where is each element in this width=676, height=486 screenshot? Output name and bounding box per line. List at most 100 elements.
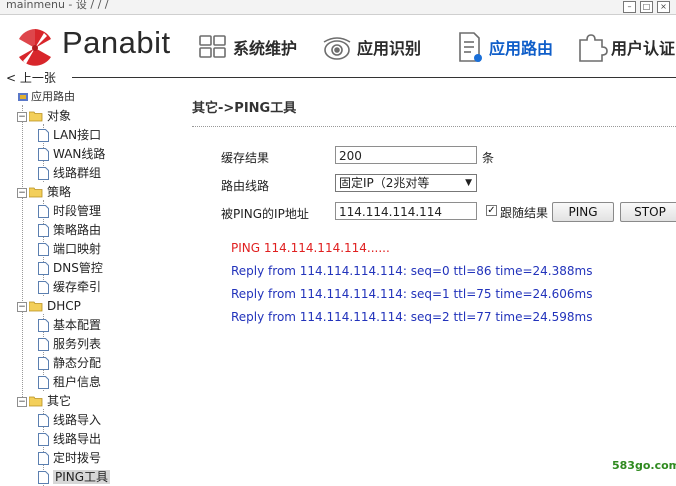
- watermark: 583go.com: [612, 459, 676, 472]
- window-title: mainmenu - 设 / / /: [6, 0, 109, 11]
- tree-group-policy[interactable]: − 策略: [17, 183, 71, 201]
- tree-item-label: PING工具: [53, 470, 111, 484]
- window-title-bar: mainmenu - 设 / / / – □ ×: [0, 0, 676, 15]
- document-icon: [38, 129, 49, 142]
- tree-item-service-list[interactable]: 服务列表: [38, 335, 101, 353]
- nav-sysmaint-label: 系统维护: [233, 39, 298, 58]
- tree-item-label: 定时拨号: [53, 451, 102, 465]
- tree-item-ping-tool[interactable]: PING工具: [38, 468, 111, 486]
- puzzle-auth-icon: [579, 34, 608, 62]
- tree-root[interactable]: 应用路由: [17, 88, 75, 106]
- tree-item-cache-pull[interactable]: 缓存牵引: [38, 278, 101, 296]
- tree-group-label: 其它: [47, 394, 72, 408]
- tree-item-label: 静态分配: [53, 356, 102, 370]
- panabit-logo-icon: [18, 29, 52, 66]
- follow-checkbox[interactable]: ✓: [486, 205, 497, 216]
- close-icon[interactable]: ×: [657, 1, 670, 13]
- document-icon: [38, 376, 49, 389]
- tree-item-basic-config[interactable]: 基本配置: [38, 316, 101, 334]
- ping-output-line: Reply from 114.114.114.114: seq=1 ttl=75…: [231, 287, 593, 301]
- stop-button[interactable]: STOP: [620, 202, 676, 222]
- page-title: 其它->PING工具: [192, 101, 297, 116]
- tree-group-label: DHCP: [47, 299, 81, 313]
- minimize-icon[interactable]: –: [623, 1, 636, 13]
- routing-root-icon: [18, 93, 28, 101]
- tree-item-label: 租户信息: [53, 375, 102, 389]
- tree-item-dns[interactable]: DNS管控: [38, 259, 103, 277]
- sysmaint-grid-icon: [199, 35, 226, 58]
- maximize-icon[interactable]: □: [640, 1, 653, 13]
- tree-item-label: 服务列表: [53, 337, 102, 351]
- tree-group-label: 策略: [47, 185, 72, 199]
- document-icon: [38, 224, 49, 237]
- camera-recognition-icon: [323, 37, 351, 60]
- route-select[interactable]: 固定IP（2兆对等 ▼: [335, 174, 477, 192]
- tree-item-line-import[interactable]: 线路导入: [38, 411, 101, 429]
- tree-guide-line: [22, 105, 23, 399]
- divider: [192, 126, 676, 127]
- tree-item-lease-info[interactable]: 租户信息: [38, 373, 101, 391]
- app-header: Panabit 系统维护 应用识别 应用路由 用户认证: [0, 15, 676, 73]
- document-icon: [38, 205, 49, 218]
- tree-item-policy-route[interactable]: 策略路由: [38, 221, 101, 239]
- nav-app-recognition[interactable]: 应用识别: [320, 29, 421, 65]
- document-icon: [38, 414, 49, 427]
- nav-app-routing[interactable]: 应用路由: [452, 29, 553, 65]
- ping-output-line: Reply from 114.114.114.114: seq=2 ttl=77…: [231, 310, 593, 324]
- document-icon: [38, 433, 49, 446]
- folder-open-icon: [29, 396, 43, 407]
- document-icon: [38, 262, 49, 275]
- route-select-value: 固定IP（2兆对等: [339, 176, 430, 190]
- tree-item-label: 线路群组: [53, 166, 102, 180]
- nav-app-recognition-label: 应用识别: [357, 39, 422, 58]
- sidebar-tree: 应用路由 − 对象 LAN接口 WAN线路 线路群组 − 策略 时段管理 策略路由 …: [0, 88, 186, 486]
- tree-item-timeslot[interactable]: 时段管理: [38, 202, 101, 220]
- tree-item-wan[interactable]: WAN线路: [38, 145, 105, 163]
- document-icon: [38, 338, 49, 351]
- tree-group-other[interactable]: − 其它: [17, 392, 71, 410]
- tree-item-port-map[interactable]: 端口映射: [38, 240, 101, 258]
- document-routing-icon: [459, 32, 482, 62]
- ip-label: 被PING的IP地址: [221, 207, 309, 221]
- tree-group-objects[interactable]: − 对象: [17, 107, 71, 125]
- collapse-icon[interactable]: −: [17, 301, 27, 312]
- back-link[interactable]: < 上一张: [6, 69, 56, 86]
- tree-item-timed-dial[interactable]: 定时拨号: [38, 449, 101, 467]
- tree-group-dhcp[interactable]: − DHCP: [17, 297, 81, 315]
- tree-item-label: DNS管控: [53, 261, 103, 275]
- folder-open-icon: [29, 301, 43, 312]
- tree-item-line-group[interactable]: 线路群组: [38, 164, 101, 182]
- folder-open-icon: [29, 111, 43, 122]
- ping-output-line: PING 114.114.114.114......: [231, 241, 390, 255]
- tree-item-label: 基本配置: [53, 318, 102, 332]
- tree-item-label: 时段管理: [53, 204, 102, 218]
- document-icon: [38, 148, 49, 161]
- document-icon: [38, 357, 49, 370]
- tree-item-label: 线路导入: [53, 413, 102, 427]
- collapse-icon[interactable]: −: [17, 187, 27, 198]
- tree-item-label: 端口映射: [53, 242, 102, 256]
- tree-item-label: 线路导出: [53, 432, 102, 446]
- cache-label: 缓存结果: [221, 151, 270, 165]
- brand-name: Panabit: [62, 25, 171, 60]
- tree-item-label: LAN接口: [53, 128, 102, 142]
- collapse-icon[interactable]: −: [17, 396, 27, 407]
- document-icon: [38, 319, 49, 332]
- tree-item-lan[interactable]: LAN接口: [38, 126, 101, 144]
- nav-user-auth[interactable]: 用户认证: [574, 29, 675, 65]
- tree-item-label: 缓存牵引: [53, 280, 102, 294]
- ping-button[interactable]: PING: [552, 202, 614, 222]
- nav-user-auth-label: 用户认证: [611, 39, 676, 58]
- tree-item-label: 策略路由: [53, 223, 102, 237]
- collapse-icon[interactable]: −: [17, 111, 27, 122]
- tree-item-label: WAN线路: [53, 147, 106, 161]
- tree-item-static-assign[interactable]: 静态分配: [38, 354, 101, 372]
- document-icon: [38, 452, 49, 465]
- cache-input[interactable]: 200: [335, 146, 477, 164]
- document-icon: [38, 243, 49, 256]
- nav-sysmaint[interactable]: 系统维护: [196, 29, 297, 65]
- document-icon: [38, 167, 49, 180]
- tree-root-label: 应用路由: [31, 90, 75, 103]
- ip-input[interactable]: 114.114.114.114: [335, 202, 477, 220]
- tree-item-line-export[interactable]: 线路导出: [38, 430, 101, 448]
